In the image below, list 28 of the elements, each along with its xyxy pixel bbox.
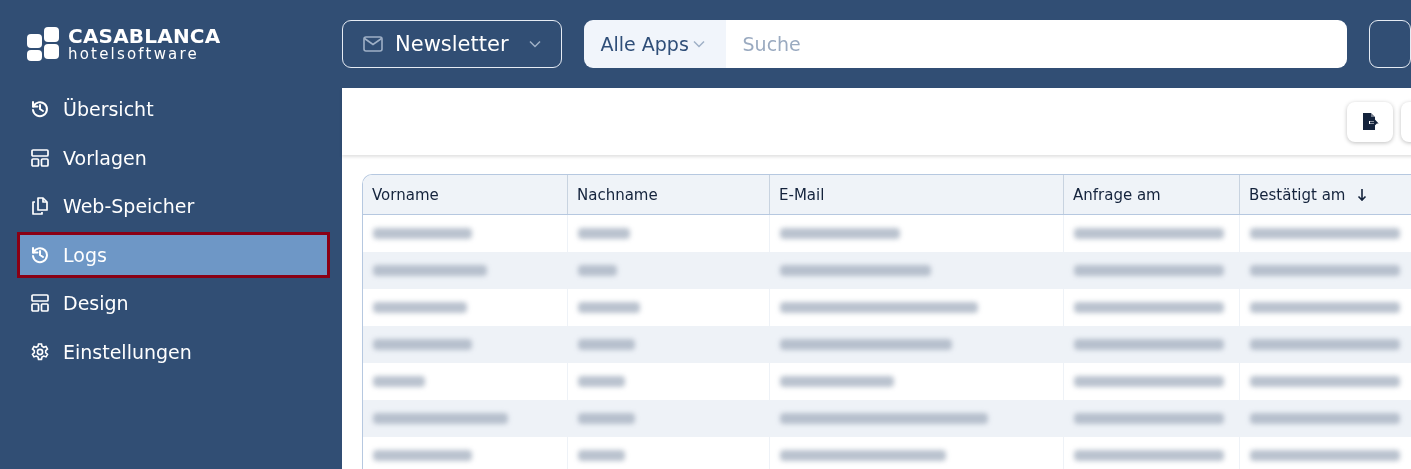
export-button[interactable] <box>1347 101 1393 142</box>
chevron-icon <box>692 40 705 48</box>
column-header[interactable]: Bestätigt am <box>1249 185 1346 204</box>
sidebar-item[interactable]: Vorlagen <box>17 134 330 181</box>
mail-icon <box>363 36 383 52</box>
search-field[interactable]: Suche <box>725 20 1347 68</box>
app-switcher[interactable]: Newsletter <box>342 20 562 68</box>
sidebar-item[interactable]: Web-Speicher <box>17 183 330 229</box>
logo-name: CASABLANCA <box>68 26 221 46</box>
column-header[interactable]: E-Mail <box>779 185 825 204</box>
sidebar-item[interactable]: Design <box>17 280 330 326</box>
column-header[interactable]: Anfrage am <box>1073 185 1161 204</box>
layout-icon <box>30 293 50 313</box>
header-button[interactable] <box>1369 20 1411 68</box>
sidebar-item[interactable]: Einstellungen <box>17 328 330 375</box>
sidebar-item[interactable]: Übersicht <box>17 86 330 132</box>
settings-icon <box>30 341 50 362</box>
copy-icon <box>30 196 50 216</box>
history-icon <box>30 99 50 119</box>
logo-icon <box>27 27 61 61</box>
file-export-icon <box>1360 111 1380 132</box>
layout-icon <box>30 147 50 168</box>
logo-tagline: hotelsoftware <box>68 47 200 62</box>
scope-dropdown[interactable]: Alle Apps <box>583 20 726 68</box>
history-icon <box>30 244 50 265</box>
column-header[interactable]: Vorname <box>372 185 439 204</box>
chevron-icon <box>528 40 541 48</box>
column-header[interactable]: Nachname <box>577 185 658 204</box>
